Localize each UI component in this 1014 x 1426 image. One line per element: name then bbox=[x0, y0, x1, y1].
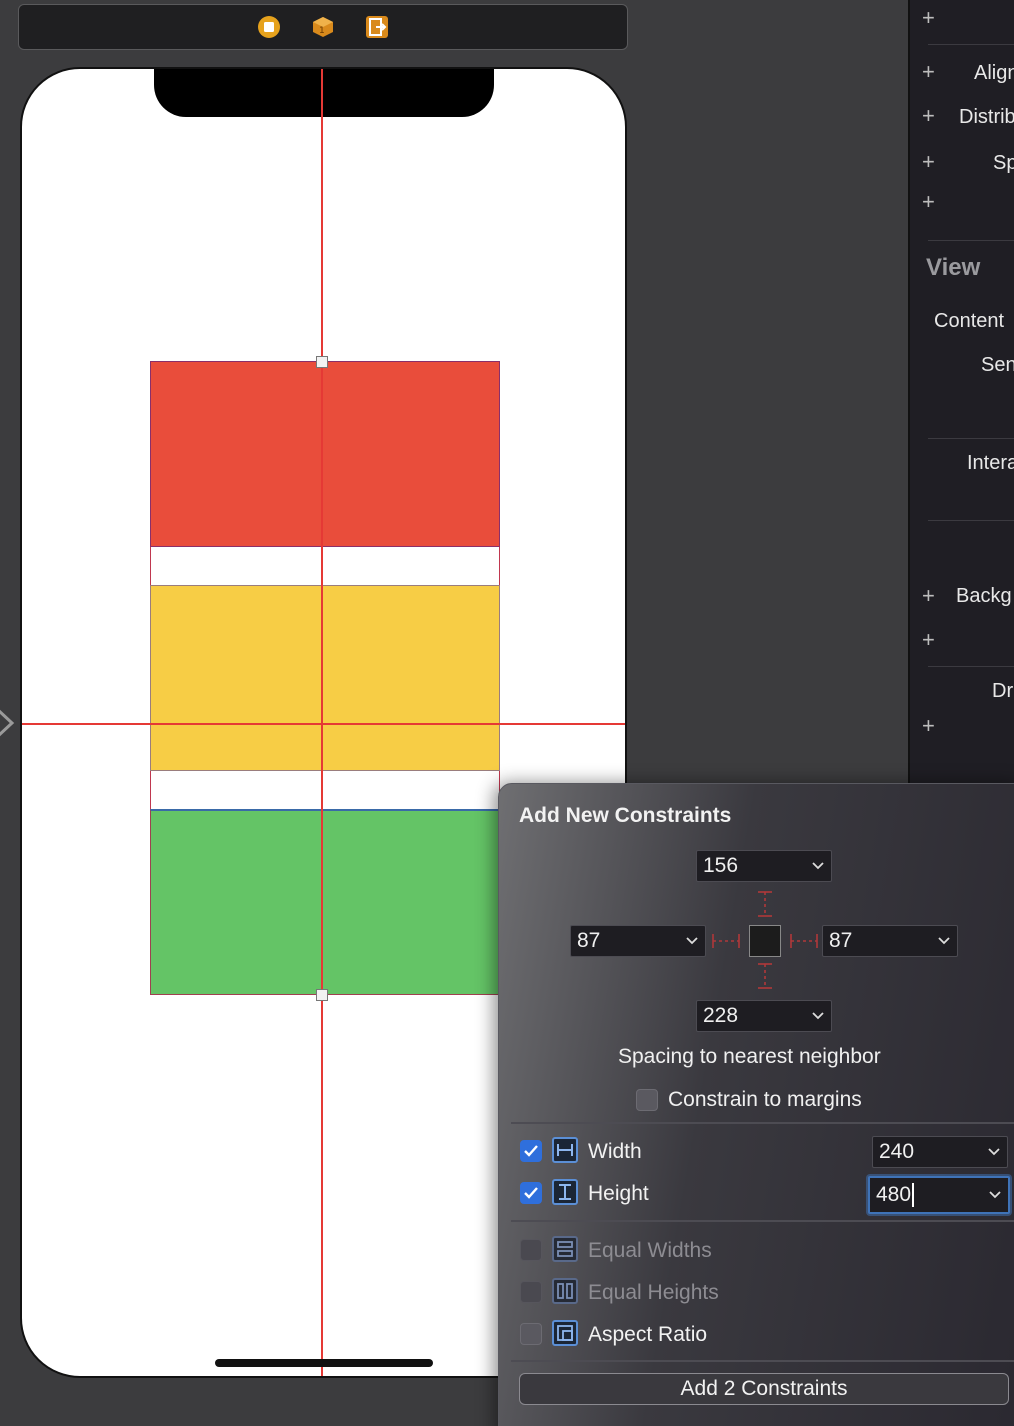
width-value-combo[interactable]: 240 bbox=[872, 1136, 1008, 1168]
inspector-section-view: View bbox=[926, 254, 981, 281]
plus-icon[interactable]: + bbox=[922, 149, 935, 175]
constraint-target-view bbox=[749, 925, 781, 957]
resize-handle-bottom[interactable] bbox=[316, 989, 328, 1001]
entry-point-arrow-icon bbox=[0, 709, 15, 737]
add-constraints-button[interactable]: Add 2 Constraints bbox=[519, 1373, 1009, 1405]
chevron-down-icon[interactable] bbox=[982, 1191, 1008, 1199]
equal-widths-checkbox[interactable] bbox=[520, 1239, 542, 1261]
inspector-label-background: Backg bbox=[956, 585, 1012, 607]
inspector-label-content-mode: Content bbox=[934, 310, 1005, 332]
inspector-label-distribution: Distrib bbox=[959, 106, 1014, 128]
resize-handle-top[interactable] bbox=[316, 356, 328, 368]
aspect-ratio-label: Aspect Ratio bbox=[588, 1323, 708, 1346]
horizontal-center-guide bbox=[22, 723, 625, 725]
divider bbox=[928, 240, 1014, 241]
xcode-interface-builder: 1 + + Align + Distrib + Sp + View Conten… bbox=[0, 0, 1014, 1426]
text-caret bbox=[912, 1183, 915, 1208]
plus-icon[interactable]: + bbox=[922, 583, 935, 609]
constrain-to-margins-label: Constrain to margins bbox=[668, 1088, 862, 1111]
height-value-field[interactable]: 480 bbox=[876, 1182, 982, 1208]
aspect-ratio-icon bbox=[552, 1320, 578, 1346]
red-view[interactable] bbox=[150, 361, 500, 547]
chevron-down-icon[interactable] bbox=[931, 937, 957, 945]
plus-icon[interactable]: + bbox=[922, 713, 935, 739]
height-value: 480 bbox=[876, 1182, 912, 1206]
equal-heights-label: Equal Heights bbox=[588, 1281, 719, 1304]
width-value: 240 bbox=[879, 1140, 915, 1163]
equal-widths-icon bbox=[552, 1236, 578, 1262]
exit-icon[interactable] bbox=[363, 13, 391, 41]
aspect-ratio-checkbox[interactable] bbox=[520, 1323, 542, 1345]
first-responder-icon[interactable]: 1 bbox=[309, 13, 337, 41]
spacing-caption: Spacing to nearest neighbor bbox=[618, 1045, 881, 1068]
plus-icon[interactable]: + bbox=[922, 627, 935, 653]
chevron-down-icon[interactable] bbox=[805, 862, 831, 870]
plus-icon[interactable]: + bbox=[922, 5, 935, 31]
plus-icon[interactable]: + bbox=[922, 103, 935, 129]
plus-icon[interactable]: + bbox=[922, 59, 935, 85]
trailing-spacing-combo[interactable]: 87 bbox=[822, 925, 958, 957]
width-constraint-icon bbox=[552, 1137, 578, 1163]
green-view[interactable] bbox=[150, 809, 500, 995]
height-checkbox[interactable] bbox=[520, 1182, 542, 1204]
chevron-down-icon[interactable] bbox=[981, 1148, 1007, 1156]
device-notch bbox=[154, 69, 494, 117]
divider bbox=[928, 666, 1014, 667]
equal-heights-checkbox[interactable] bbox=[520, 1281, 542, 1303]
constrain-to-margins-checkbox[interactable] bbox=[636, 1089, 658, 1111]
plus-icon[interactable]: + bbox=[922, 189, 935, 215]
inspector-label-align: Align bbox=[974, 62, 1014, 84]
trailing-spacing-value: 87 bbox=[829, 929, 853, 952]
divider bbox=[928, 438, 1014, 439]
bottom-spacing-value: 228 bbox=[703, 1004, 739, 1027]
inspector-label-spacing: Sp bbox=[993, 152, 1014, 174]
spacing-gap bbox=[150, 547, 500, 585]
yellow-view[interactable] bbox=[150, 585, 500, 771]
leading-spacing-combo[interactable]: 87 bbox=[570, 925, 706, 957]
divider bbox=[928, 44, 1014, 45]
inspector-label-interaction: Intera bbox=[967, 452, 1014, 474]
scene-dock: 1 bbox=[18, 4, 628, 50]
equal-heights-icon bbox=[552, 1278, 578, 1304]
width-label: Width bbox=[588, 1140, 642, 1163]
top-spacing-combo[interactable]: 156 bbox=[696, 850, 832, 882]
attributes-inspector: + + Align + Distrib + Sp + View Content … bbox=[908, 0, 1014, 790]
popover-title: Add New Constraints bbox=[519, 804, 732, 827]
width-checkbox[interactable] bbox=[520, 1140, 542, 1162]
chevron-down-icon[interactable] bbox=[805, 1012, 831, 1020]
height-label: Height bbox=[588, 1182, 649, 1205]
divider bbox=[511, 1360, 1014, 1362]
height-value-combo[interactable]: 480 bbox=[868, 1176, 1010, 1214]
divider bbox=[928, 520, 1014, 521]
equal-widths-label: Equal Widths bbox=[588, 1239, 712, 1262]
top-spacing-value: 156 bbox=[703, 854, 739, 877]
height-constraint-icon bbox=[552, 1179, 578, 1205]
spacing-gap bbox=[150, 771, 500, 809]
divider bbox=[511, 1122, 1014, 1124]
inspector-label-semantic: Sen bbox=[981, 354, 1014, 376]
bottom-spacing-combo[interactable]: 228 bbox=[696, 1000, 832, 1032]
leading-spacing-value: 87 bbox=[577, 929, 601, 952]
home-indicator bbox=[215, 1359, 433, 1367]
svg-text:1: 1 bbox=[319, 26, 325, 36]
divider bbox=[511, 1220, 1014, 1222]
inspector-label-drawing: Dr bbox=[992, 680, 1014, 702]
add-constraints-popover: Add New Constraints 156 87 87 228 Spacin… bbox=[498, 783, 1014, 1426]
view-controller-icon[interactable] bbox=[255, 13, 283, 41]
